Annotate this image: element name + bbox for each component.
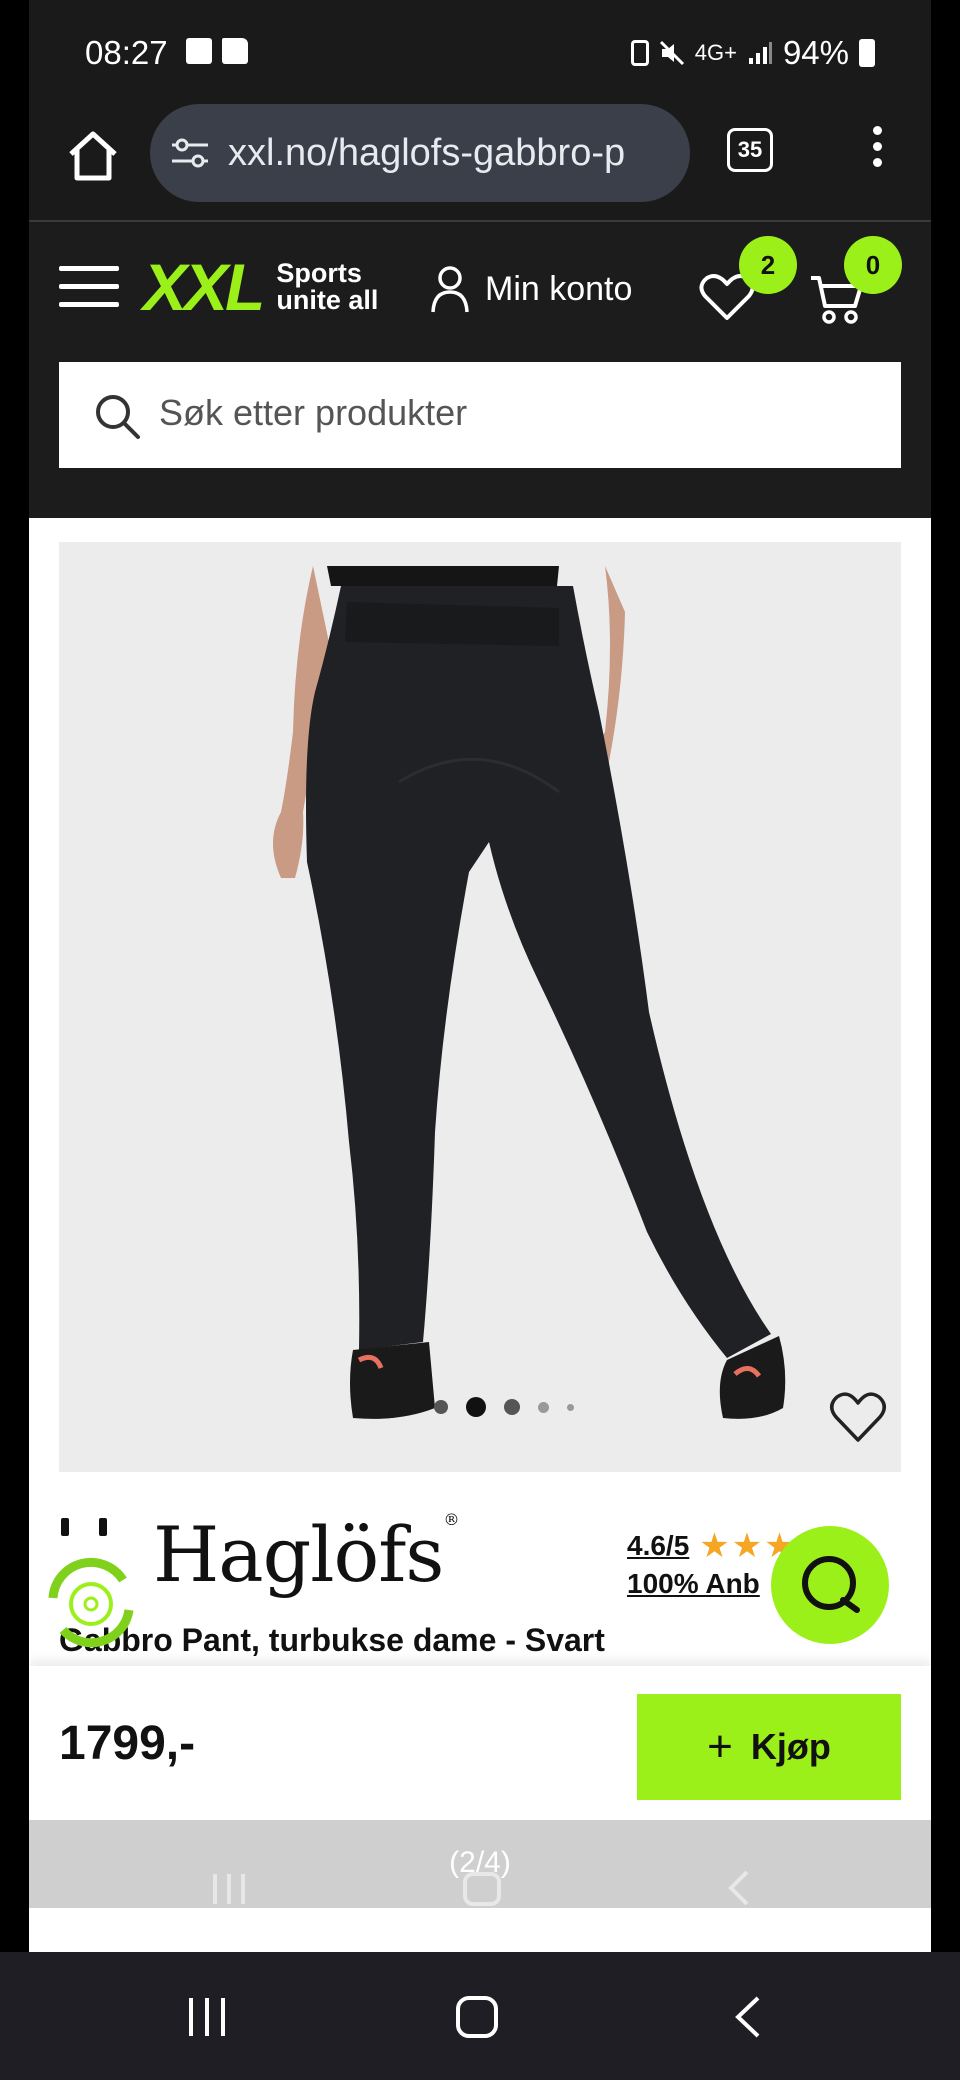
carousel-dot[interactable] [567, 1403, 574, 1411]
status-right: 4G+ 94% [630, 34, 875, 72]
screenshot-overlay: (2/4) [29, 1820, 931, 1908]
recommend-percentage[interactable]: 100% Anb [627, 1568, 760, 1600]
add-to-wishlist-heart-icon[interactable] [829, 1390, 887, 1444]
chat-button[interactable] [771, 1526, 889, 1644]
recycle-badge-icon[interactable] [33, 1518, 153, 1648]
recent-apps-icon[interactable] [185, 1994, 231, 2040]
brand-logo[interactable]: Haglöfs® [153, 1510, 459, 1599]
menu-icon[interactable] [59, 266, 119, 310]
folder-icon [222, 38, 248, 64]
home-icon[interactable] [63, 126, 123, 186]
address-bar[interactable]: xxl.no/haglofs-gabbro-p [150, 104, 690, 202]
home-nav-icon[interactable] [454, 1994, 500, 2040]
network-type: 4G+ [694, 40, 737, 65]
carousel-dot[interactable] [466, 1397, 486, 1417]
overlay-nav-icons [213, 1870, 749, 1906]
carousel-dot[interactable] [504, 1399, 520, 1415]
product-page: Haglöfs® 4.6/5 ★★★★★ 100% Anb Gabbro Pan… [29, 518, 931, 1952]
back-icon[interactable] [728, 1994, 768, 2040]
status-time: 08:27 [85, 34, 168, 71]
plus-icon: + [707, 1722, 733, 1771]
logo-tagline: Sports unite all [276, 258, 379, 315]
buy-button[interactable]: + Kjøp [637, 1694, 901, 1800]
search-input[interactable]: Søk etter produkter [59, 362, 901, 468]
search-placeholder: Søk etter produkter [159, 392, 468, 433]
xxl-logo[interactable]: XXL Sports unite all [143, 250, 379, 324]
tab-switcher-button[interactable]: 35 [727, 128, 773, 172]
product-price: 1799,- [59, 1717, 196, 1770]
sticky-buy-bar: 1799,- + Kjøp [29, 1666, 931, 1838]
carousel-dot[interactable] [538, 1401, 549, 1413]
rating-score: 4.6/5 [627, 1530, 690, 1561]
signal-icon [748, 42, 772, 64]
nfc-icon [630, 40, 649, 66]
star-icon: ★ [699, 1527, 732, 1565]
browser-toolbar: xxl.no/haglofs-gabbro-p 35 [29, 96, 931, 222]
url-text: xxl.no/haglofs-gabbro-p [228, 132, 626, 174]
mute-icon [659, 40, 684, 66]
chat-icon [802, 1556, 860, 1613]
battery-level: 94% [782, 34, 849, 71]
status-bar: 08:27 4G+ 94% [29, 0, 931, 96]
browser-menu-icon[interactable] [867, 126, 887, 176]
system-navigation-bar [0, 1952, 960, 2080]
site-header: XXL Sports unite all Min konto 2 0 Søk e… [29, 224, 931, 518]
site-settings-icon[interactable] [170, 136, 210, 170]
carousel-dots [434, 1397, 574, 1417]
user-icon [431, 266, 469, 313]
buy-label: Kjøp [750, 1726, 831, 1767]
account-label: Min konto [485, 269, 633, 308]
product-photo [273, 566, 786, 1419]
logo-wordmark: XXL [143, 250, 265, 324]
battery-icon [859, 39, 875, 67]
account-link[interactable]: Min konto [429, 264, 632, 314]
star-icon: ★ [731, 1527, 765, 1565]
search-icon [96, 395, 140, 439]
wishlist-count-badge: 2 [739, 236, 797, 294]
carousel-dot[interactable] [434, 1400, 448, 1414]
image-icon [186, 38, 212, 64]
browser-window: 08:27 4G+ 94% xxl.no/haglofs-gabbro-p 35… [29, 0, 931, 1952]
product-image-carousel[interactable] [59, 542, 901, 1472]
cart-count-badge: 0 [844, 236, 902, 294]
